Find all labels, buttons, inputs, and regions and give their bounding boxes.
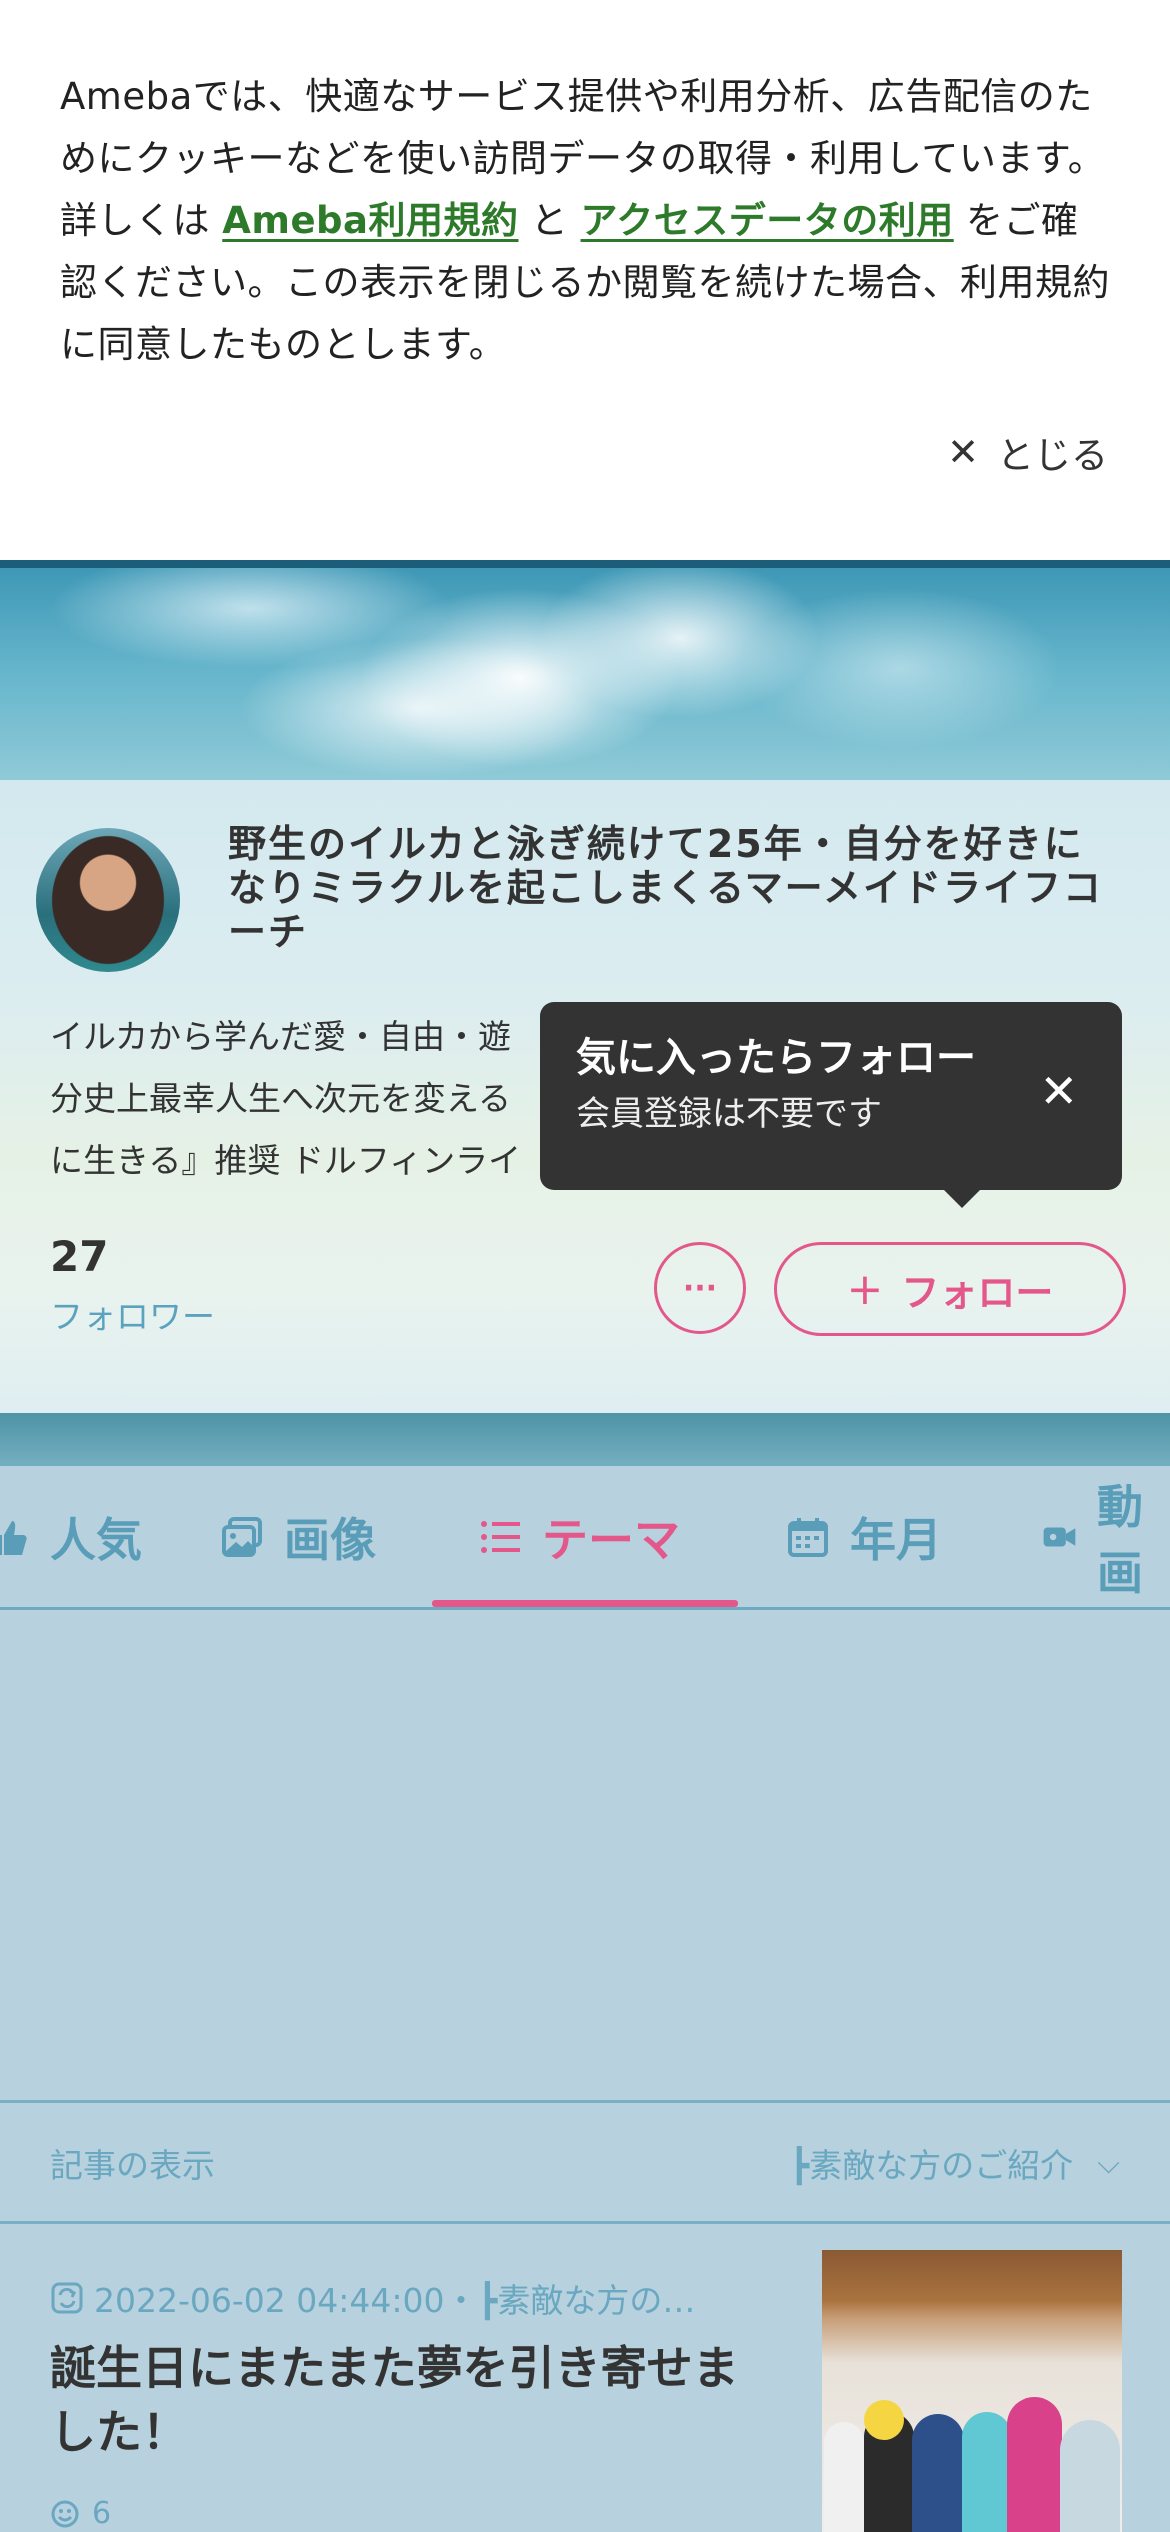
cookie-banner: Amebaでは、快適なサービス提供や利用分析、広告配信のためにクッキーなどを使い… <box>0 0 1170 560</box>
tab-images[interactable]: 画像 <box>220 1466 376 1607</box>
content-area <box>0 1610 1170 2100</box>
plus-icon: + <box>846 1263 884 1315</box>
smiley-sticker <box>864 2400 904 2440</box>
popular-icon <box>0 1520 27 1555</box>
reblog-icon <box>51 2282 83 2314</box>
access-data-link[interactable]: アクセスデータの利用 <box>581 199 954 242</box>
blog-header-image <box>0 560 1170 780</box>
article-title[interactable]: 誕生日にまたまた夢を引き寄せました！ <box>50 2336 780 2464</box>
filter-label: 記事の表示 <box>50 2146 215 2185</box>
tab-label: 画像 <box>284 1512 376 1567</box>
thumbnail-figure <box>912 2414 964 2532</box>
thumbnail-figure <box>824 2422 864 2532</box>
theme-select[interactable]: ┣素敵な方のご紹介 ⌵ <box>789 2139 1120 2187</box>
follow-tooltip: 気に入ったらフォロー 会員登録は不要です ✕ <box>540 1002 1122 1208</box>
tooltip-close-icon[interactable]: ✕ <box>1039 1064 1078 1118</box>
followers-count[interactable]: 27 <box>50 1232 108 1281</box>
tab-popular[interactable]: 人気 <box>0 1466 142 1607</box>
cookie-text-part: と <box>518 199 581 242</box>
chevron-down-icon: ⌵ <box>1097 2145 1120 2181</box>
follow-button[interactable]: + フォロー <box>774 1242 1126 1336</box>
tab-label: テーマ <box>542 1512 680 1567</box>
tab-label: 動画 <box>1096 1479 1143 1600</box>
article-likes: 6 <box>50 2496 111 2531</box>
article-thumbnail[interactable] <box>822 2250 1122 2532</box>
thumbnail-figure <box>1007 2397 1062 2532</box>
article-date: 2022-06-02 04:44:00・┣素敵な方の… <box>94 2281 696 2320</box>
cookie-close-label: とじる <box>997 434 1108 477</box>
thumbnail-figure <box>962 2412 1012 2532</box>
article-card[interactable]: 2022-06-02 04:44:00・┣素敵な方の… 誕生日にまたまた夢を引き… <box>0 2224 1170 2532</box>
blog-title[interactable]: 野生のイルカと泳ぎ続けて25年・自分を好きになりミラクルを起こしまくるマーメイド… <box>228 822 1118 954</box>
follow-label: フォロー <box>901 1270 1054 1315</box>
terms-link[interactable]: Ameba利用規約 <box>222 199 518 242</box>
theme-select-value: ┣素敵な方のご紹介 <box>789 2146 1074 2185</box>
smile-icon <box>51 2500 79 2527</box>
tab-label: 人気 <box>50 1512 142 1567</box>
section-divider <box>0 1413 1170 1466</box>
more-options-button[interactable]: ··· <box>654 1242 746 1334</box>
more-icon: ··· <box>682 1270 718 1306</box>
image-icon <box>222 1516 262 1557</box>
tab-videos[interactable]: 動画 <box>1042 1466 1170 1607</box>
cookie-close-button[interactable]: ✕ とじる <box>947 425 1108 479</box>
avatar[interactable] <box>36 828 180 972</box>
list-icon <box>481 1520 520 1553</box>
active-tab-indicator <box>432 1600 738 1607</box>
tab-themes[interactable]: テーマ <box>478 1466 680 1607</box>
likes-count: 6 <box>92 2496 112 2531</box>
thumbnail-figure <box>1060 2420 1120 2532</box>
tab-label: 年月 <box>850 1512 942 1567</box>
cookie-notice-text: Amebaでは、快適なサービス提供や利用分析、広告配信のためにクッキーなどを使い… <box>60 66 1110 376</box>
article-filter: 記事の表示 ┣素敵な方のご紹介 ⌵ <box>0 2100 1170 2224</box>
calendar-icon <box>788 1517 828 1557</box>
tab-archive[interactable]: 年月 <box>786 1466 942 1607</box>
tooltip-arrow <box>944 1190 980 1208</box>
blog-tabs: 人気 画像 テーマ 年月 動画 <box>0 1466 1170 1610</box>
close-icon: ✕ <box>947 430 979 474</box>
article-meta: 2022-06-02 04:44:00・┣素敵な方の… <box>50 2274 695 2322</box>
followers-label[interactable]: フォロワー <box>50 1290 215 1338</box>
video-icon <box>1043 1526 1076 1547</box>
